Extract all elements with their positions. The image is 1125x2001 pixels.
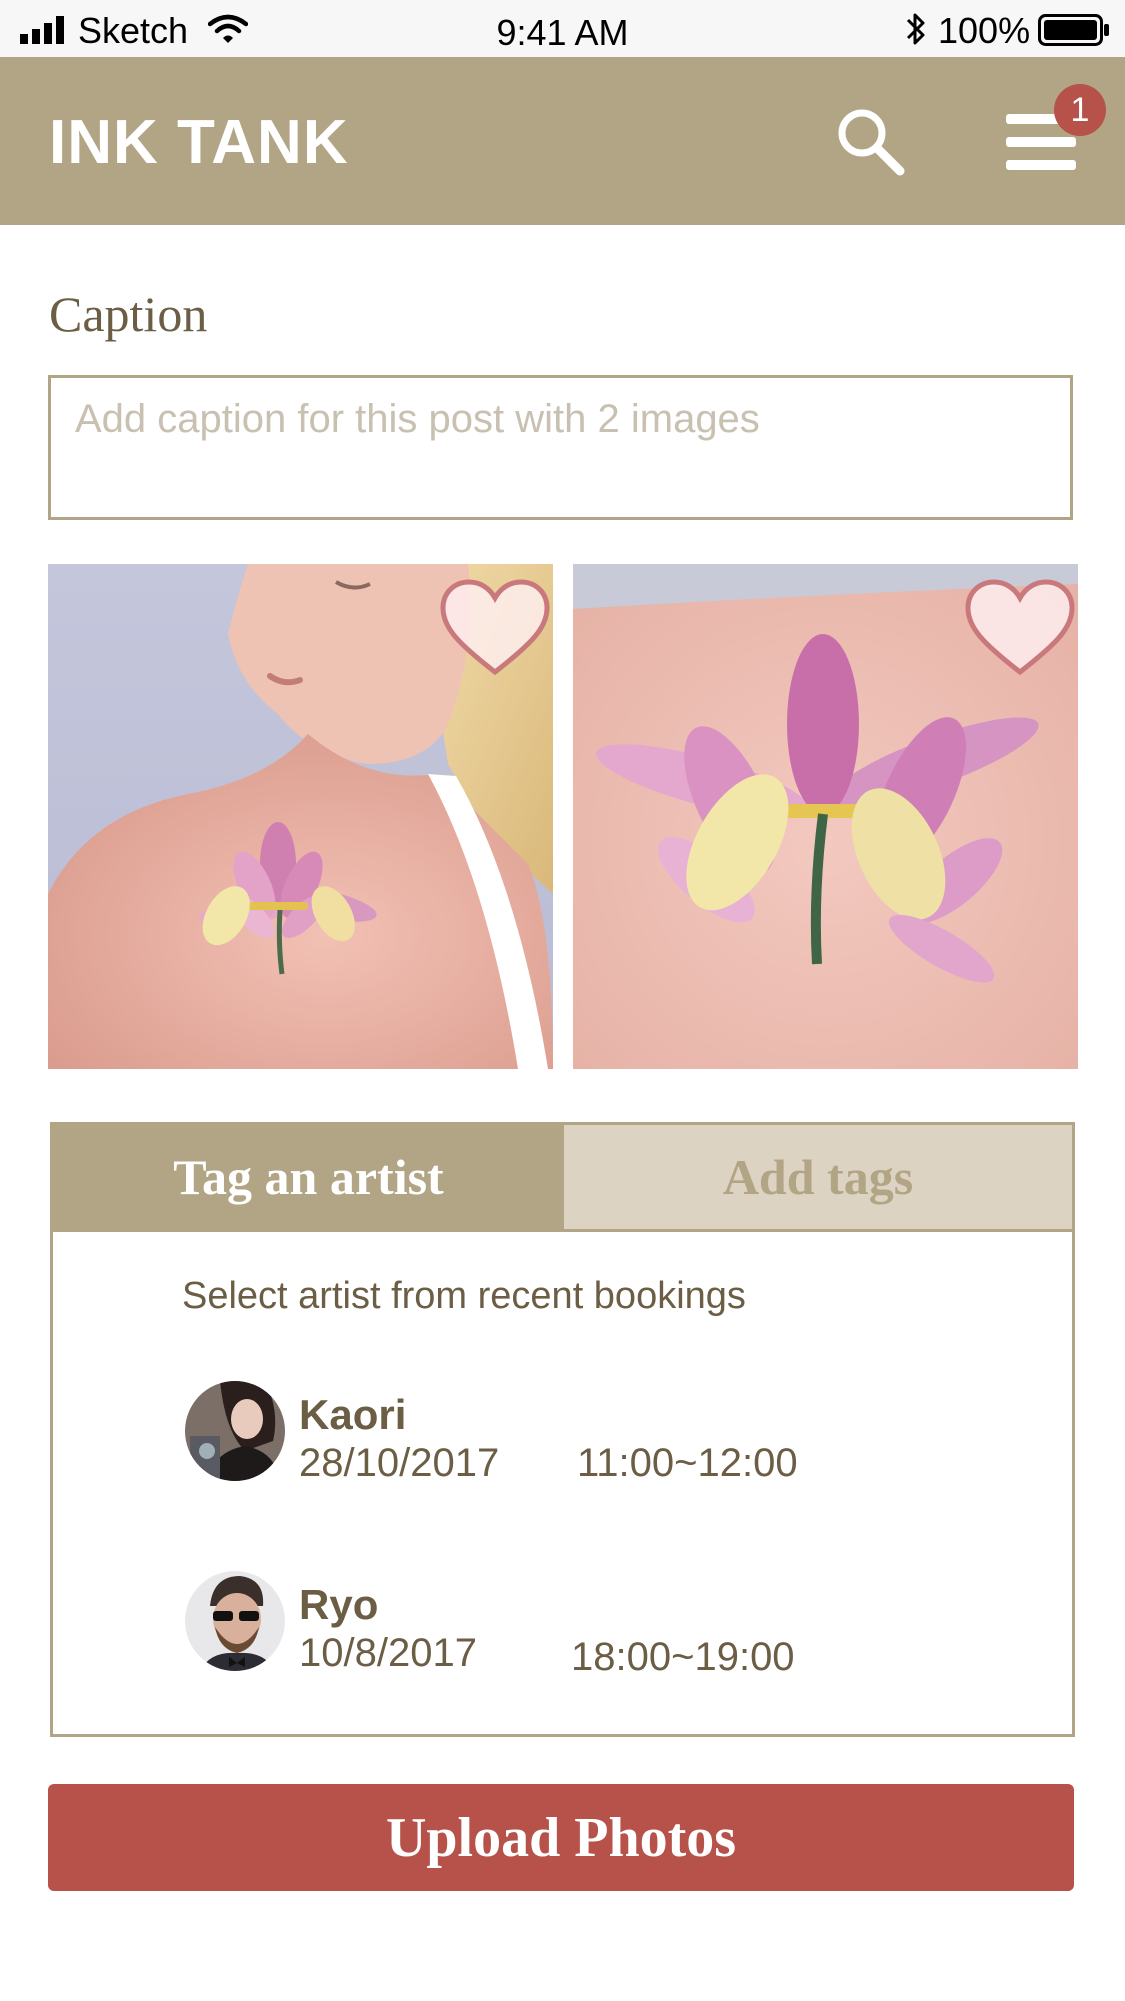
artist-name: Kaori — [299, 1391, 407, 1438]
battery-icon — [1038, 14, 1109, 46]
tag-panel: Tag an artist Add tags Select artist fro… — [50, 1122, 1075, 1737]
caption-label: Caption — [49, 286, 208, 342]
menu-notification-badge: 1 — [1054, 84, 1106, 136]
bluetooth-icon — [906, 13, 925, 45]
battery-percent: 100% — [938, 10, 1031, 51]
photo-thumbnail-2[interactable] — [573, 564, 1078, 1069]
tab-add-tags[interactable]: Add tags — [564, 1125, 1072, 1229]
artist-select-hint: Select artist from recent bookings — [182, 1275, 746, 1317]
tab-tag-artist[interactable]: Tag an artist — [53, 1125, 564, 1229]
booking-time: 18:00~19:00 — [571, 1635, 795, 1679]
status-bar: Sketch 9:41 AM 100% — [0, 0, 1125, 57]
booking-date: 28/10/2017 — [299, 1441, 500, 1485]
caption-input[interactable] — [73, 396, 1047, 443]
app-header: INK TANK 1 — [0, 57, 1125, 225]
artist-row-kaori[interactable]: Kaori 28/10/2017 11:00~12:00 — [185, 1381, 945, 1491]
caption-field[interactable] — [48, 375, 1073, 520]
artist-name: Ryo — [299, 1581, 379, 1628]
avatar — [185, 1571, 285, 1671]
booking-date: 10/8/2017 — [299, 1631, 477, 1675]
tab-divider — [53, 1229, 1072, 1232]
booking-time: 11:00~12:00 — [577, 1441, 798, 1485]
avatar — [185, 1381, 285, 1481]
heart-icon[interactable] — [964, 578, 1076, 678]
search-icon[interactable] — [834, 105, 906, 177]
upload-photos-button[interactable]: Upload Photos — [48, 1784, 1074, 1891]
artist-row-ryo[interactable]: Ryo 10/8/2017 18:00~19:00 — [185, 1571, 945, 1681]
photo-thumbnail-1[interactable] — [48, 564, 553, 1069]
heart-icon[interactable] — [439, 578, 551, 678]
app-title: INK TANK — [49, 108, 349, 177]
